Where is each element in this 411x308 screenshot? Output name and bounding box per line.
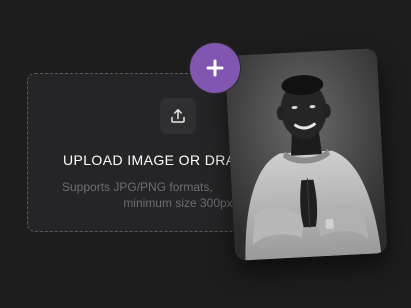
upload-icon bbox=[171, 109, 185, 123]
add-image-button[interactable] bbox=[190, 43, 240, 93]
plus-icon bbox=[206, 59, 224, 77]
uploaded-photo[interactable] bbox=[224, 48, 388, 261]
upload-title: UPLOAD IMAGE OR DRAG bbox=[63, 152, 247, 168]
upload-button[interactable] bbox=[160, 98, 196, 134]
portrait-image bbox=[224, 48, 388, 261]
